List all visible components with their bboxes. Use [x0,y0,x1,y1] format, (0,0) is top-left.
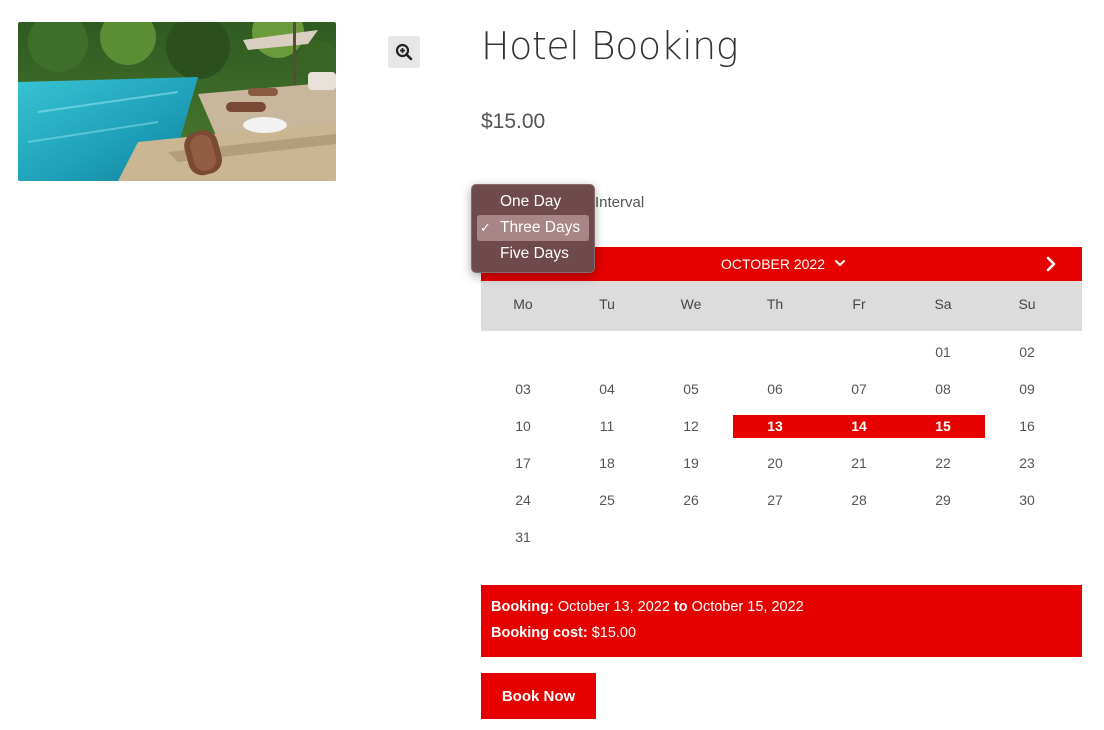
option-label: One Day [500,193,562,210]
calendar-day[interactable]: 11 [565,415,649,438]
calendar-day-selected[interactable]: 15 [901,415,985,438]
booking-summary: Booking: October 13, 2022 to October 15,… [481,585,1082,657]
hotel-pool-picture [18,22,336,181]
interval-option-five-days[interactable]: Five Days [477,241,589,267]
calendar-day[interactable]: 19 [649,452,733,475]
calendar-day[interactable]: 27 [733,489,817,512]
booking-to-label: to [673,599,688,615]
calendar-day[interactable]: 02 [985,341,1069,364]
calendar-day[interactable]: 10 [481,415,565,438]
calendar-day[interactable]: 29 [901,489,985,512]
zoom-in-icon [395,43,413,61]
calendar-day[interactable]: 24 [481,489,565,512]
booking-end-date: October 15, 2022 [691,599,804,615]
product-title: Hotel Booking [481,24,739,68]
weekday-label: We [680,296,702,312]
calendar-day[interactable]: 28 [817,489,901,512]
calendar-day[interactable]: 31 [481,526,565,549]
weekday-label: Su [1018,296,1036,312]
calendar-day[interactable]: 30 [985,489,1069,512]
calendar-day-selected[interactable]: 13 [733,415,817,438]
calendar-day[interactable]: 07 [817,378,901,401]
calendar-days-grid: 01 02 03 04 05 06 07 08 09 10 11 12 13 14 15 16 17 18 19 20… [481,335,1069,557]
interval-option-one-day[interactable]: One Day [477,189,589,215]
option-label: Five Days [500,245,569,262]
empty-day-cell [733,341,817,364]
weekday-label: Tu [599,296,615,312]
booking-start-date: October 13, 2022 [557,599,670,615]
weekday-label: Mo [513,296,533,312]
calendar-day[interactable]: 03 [481,378,565,401]
booking-cost-label: Booking cost: [491,625,588,641]
option-label: Three Days [500,219,581,236]
calendar-day[interactable]: 20 [733,452,817,475]
weekday-label: Sa [934,296,952,312]
calendar-day[interactable]: 22 [901,452,985,475]
book-now-button[interactable]: Book Now [481,673,596,719]
calendar-day[interactable]: 06 [733,378,817,401]
calendar-day[interactable]: 12 [649,415,733,438]
booking-cost-value: $15.00 [591,625,637,641]
calendar-day[interactable]: 05 [649,378,733,401]
weekday-header: Mo Tu We Th Fr Sa Su [481,281,1082,331]
calendar-day[interactable]: 16 [985,415,1069,438]
empty-day-cell [649,341,733,364]
empty-day-cell [817,341,901,364]
month-label[interactable]: OCTOBER 2022 [721,247,825,281]
calendar-day[interactable]: 23 [985,452,1069,475]
interval-dropdown-menu[interactable]: One Day ✓ Three Days Five Days [471,184,595,273]
booking-dates-line: Booking: October 13, 2022 to October 15,… [491,598,1072,624]
empty-day-cell [565,341,649,364]
calendar-day[interactable]: 08 [901,378,985,401]
booking-label: Booking: [491,599,554,615]
weekday-label: Th [766,296,784,312]
calendar-day[interactable]: 09 [985,378,1069,401]
weekday-label: Fr [852,296,866,312]
calendar-day[interactable]: 17 [481,452,565,475]
empty-day-cell [481,341,565,364]
check-icon: ✓ [480,220,491,235]
interval-option-three-days[interactable]: ✓ Three Days [477,215,589,241]
next-month-button[interactable] [1041,254,1061,274]
zoom-button[interactable] [388,36,420,68]
calendar-day[interactable]: 01 [901,341,985,364]
booking-cost-line: Booking cost: $15.00 [491,624,1072,650]
interval-label: Interval [595,194,645,211]
product-price: $15.00 [481,110,546,133]
calendar-day[interactable]: 25 [565,489,649,512]
product-image[interactable] [18,22,336,181]
calendar-day[interactable]: 04 [565,378,649,401]
calendar-day[interactable]: 26 [649,489,733,512]
chevron-down-icon[interactable] [833,256,847,270]
calendar-day[interactable]: 18 [565,452,649,475]
calendar-day[interactable]: 21 [817,452,901,475]
calendar-day-selected[interactable]: 14 [817,415,901,438]
